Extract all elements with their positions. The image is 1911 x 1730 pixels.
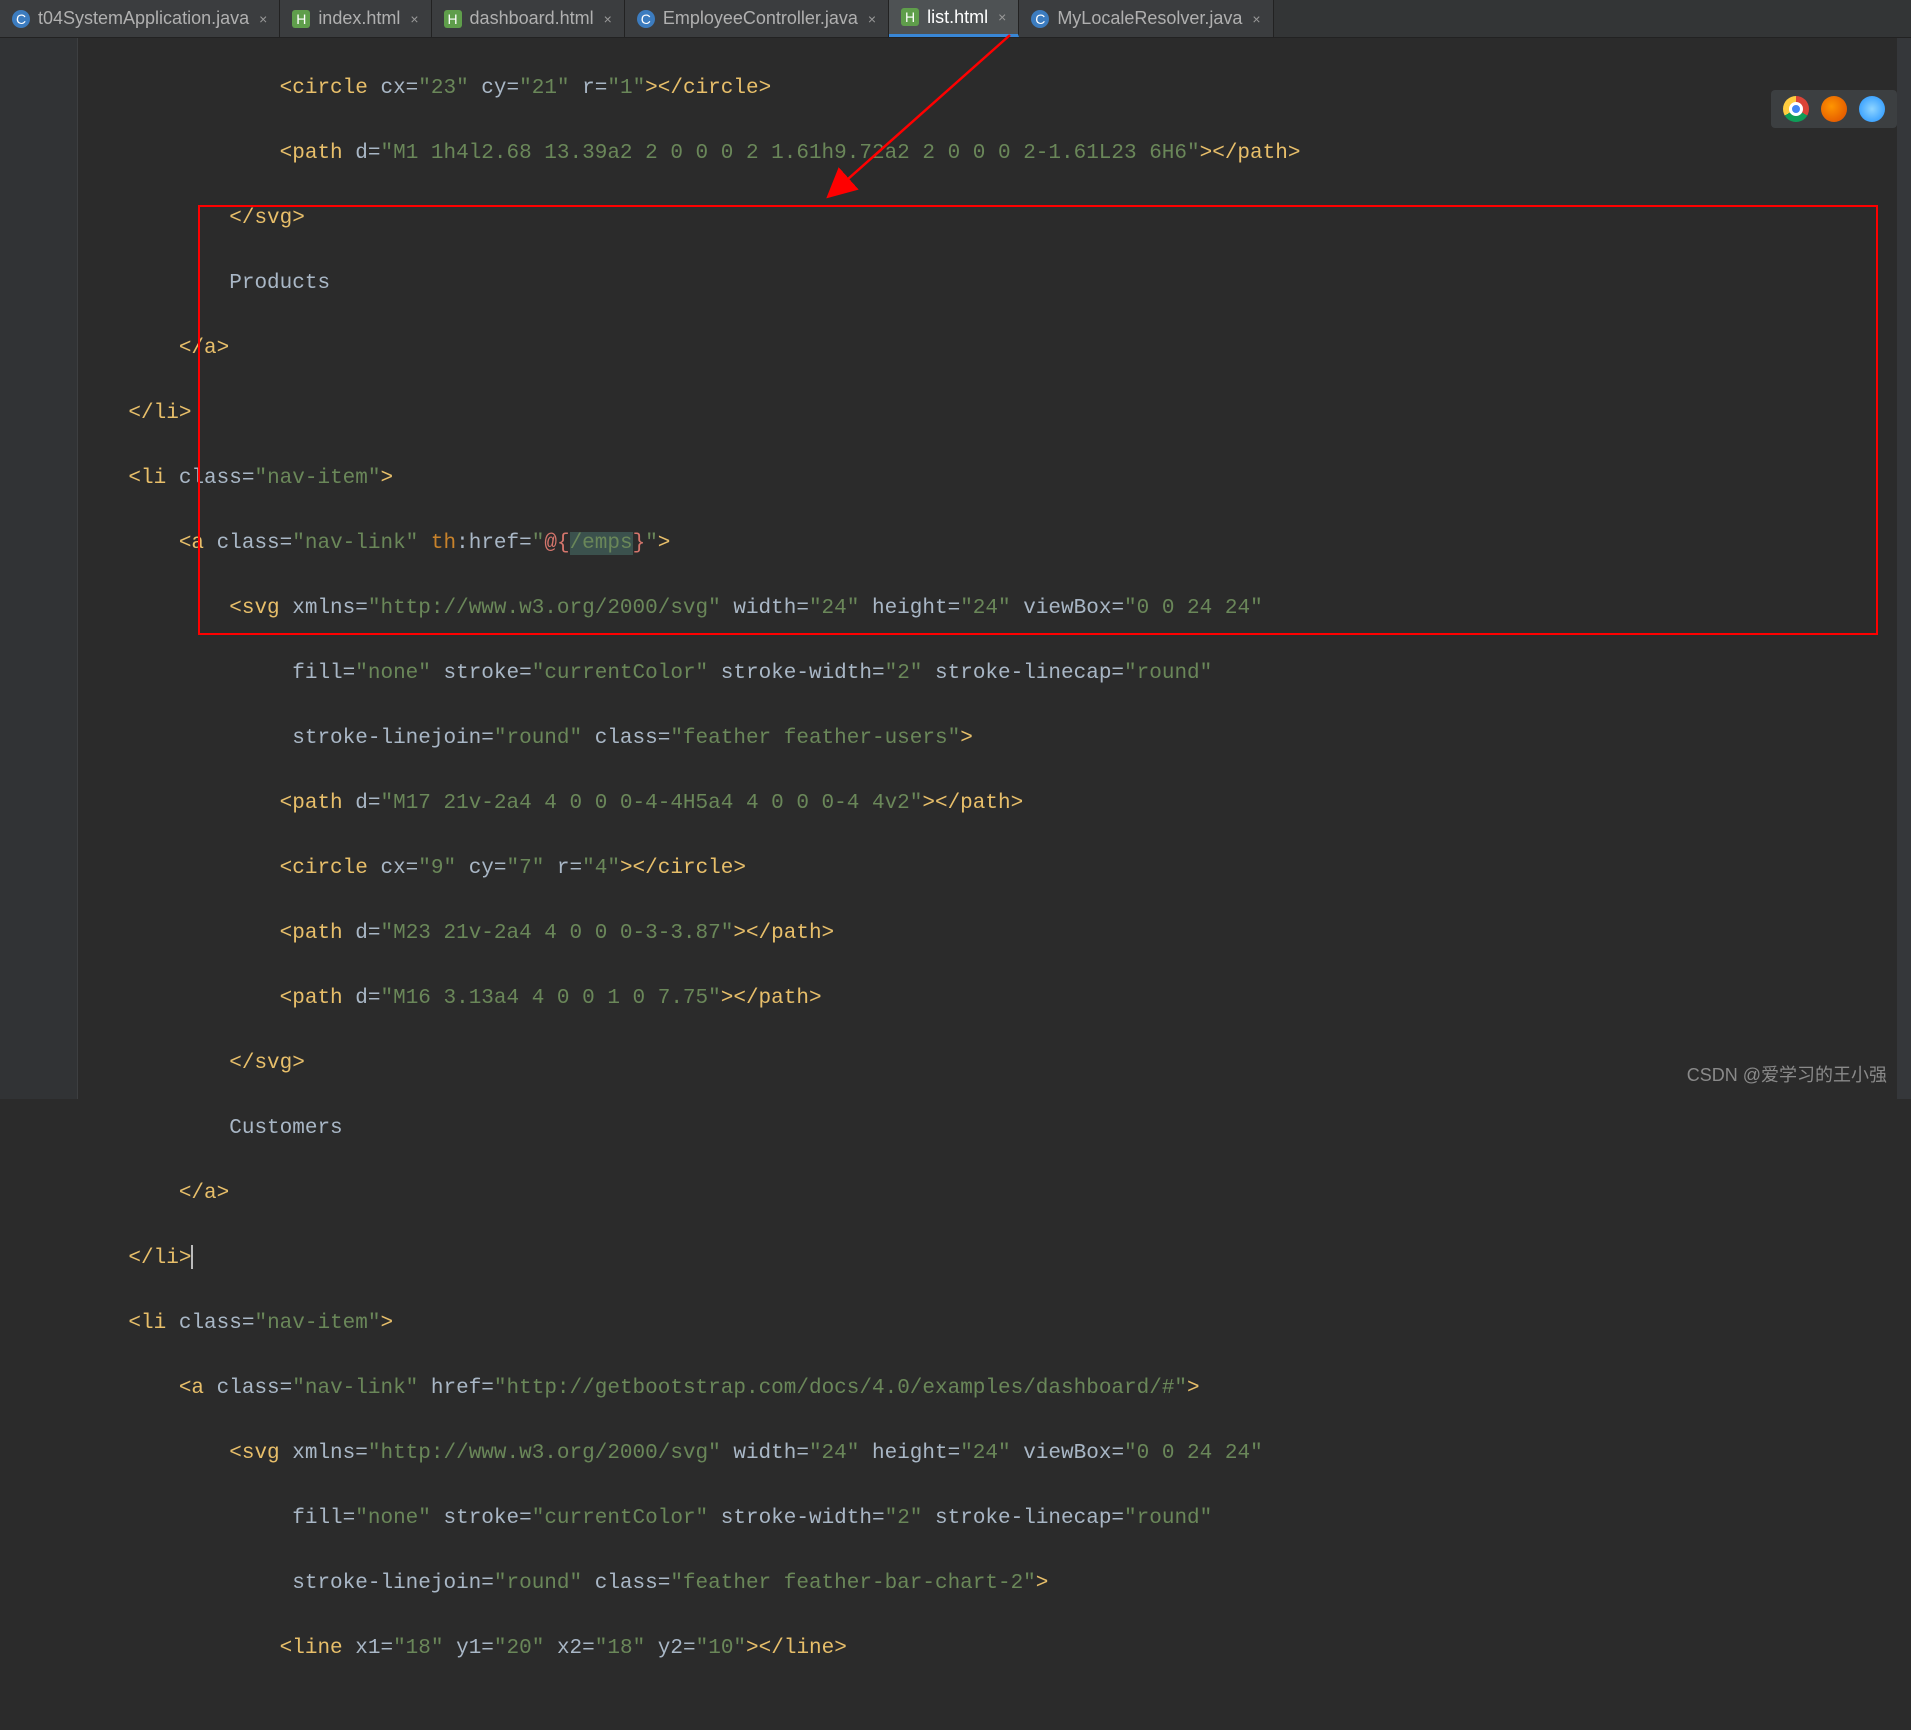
watermark: CSDN @爱学习的王小强 — [1687, 1061, 1887, 1087]
close-icon[interactable]: × — [410, 11, 418, 27]
close-icon[interactable]: × — [998, 9, 1006, 25]
editor[interactable]: <circle cx="23" cy="21" r="1"></circle> … — [0, 38, 1911, 1099]
code-area[interactable]: <circle cx="23" cy="21" r="1"></circle> … — [78, 38, 1911, 1099]
firefox-icon[interactable] — [1821, 96, 1847, 122]
java-icon: C — [1031, 10, 1049, 28]
vertical-scrollbar[interactable] — [1897, 38, 1911, 1099]
tab-index[interactable]: H index.html × — [280, 0, 431, 37]
tab-label: index.html — [318, 8, 400, 29]
tab-employeecontroller[interactable]: C EmployeeController.java × — [625, 0, 889, 37]
tab-label: EmployeeController.java — [663, 8, 858, 29]
text-caret — [191, 1245, 193, 1269]
tab-label: list.html — [927, 7, 988, 28]
java-icon: C — [12, 10, 30, 28]
html-icon: H — [444, 10, 462, 28]
gutter — [0, 38, 78, 1099]
tab-label: MyLocaleResolver.java — [1057, 8, 1242, 29]
html-icon: H — [292, 10, 310, 28]
tab-mylocaleresolver[interactable]: C MyLocaleResolver.java × — [1019, 0, 1273, 37]
close-icon[interactable]: × — [868, 11, 876, 27]
tab-label: t04SystemApplication.java — [38, 8, 249, 29]
close-icon[interactable]: × — [259, 11, 267, 27]
tab-label: dashboard.html — [470, 8, 594, 29]
html-icon: H — [901, 8, 919, 26]
browser-preview-toolbar — [1771, 90, 1897, 128]
tab-t04systemapplication[interactable]: C t04SystemApplication.java × — [0, 0, 280, 37]
tab-bar: C t04SystemApplication.java × H index.ht… — [0, 0, 1911, 38]
tab-dashboard[interactable]: H dashboard.html × — [432, 0, 625, 37]
java-icon: C — [637, 10, 655, 28]
chrome-icon[interactable] — [1783, 96, 1809, 122]
safari-icon[interactable] — [1859, 96, 1885, 122]
close-icon[interactable]: × — [604, 11, 612, 27]
tab-list[interactable]: H list.html × — [889, 0, 1019, 37]
close-icon[interactable]: × — [1252, 11, 1260, 27]
